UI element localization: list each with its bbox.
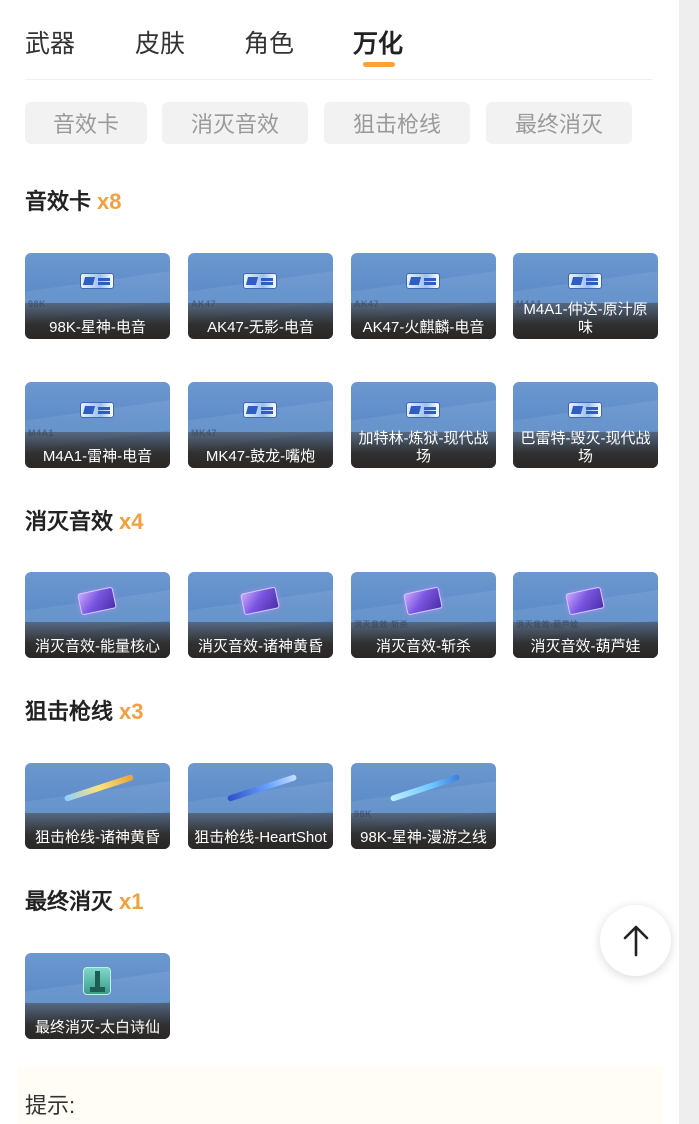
item-label: M4A1-雷神-电音	[42, 448, 153, 465]
section-title-text: 狙击枪线	[25, 699, 114, 724]
filter-chip-soundcard[interactable]: 音效卡	[25, 102, 147, 144]
tab-wanhua[interactable]: 万化	[353, 24, 403, 60]
item-card[interactable]: 消灭音效-斩杀 消灭音效-斩杀	[351, 572, 496, 658]
section-count: x3	[119, 699, 144, 724]
item-card[interactable]: 98K 98K-星神-漫游之线	[351, 763, 496, 849]
soundcard-icon	[80, 402, 114, 418]
item-label: 消灭音效-葫芦娃	[530, 638, 641, 655]
item-card[interactable]: M4A1 M4A1-雷神-电音	[25, 382, 170, 468]
item-card[interactable]: MK47 MK47-鼓龙-嘴炮	[188, 382, 333, 468]
filter-chip-elimination-sound[interactable]: 消灭音效	[162, 102, 308, 144]
section-title-soundcard: 音效卡 x8	[25, 184, 122, 216]
section-title-text: 音效卡	[25, 189, 92, 214]
item-label: 98K-星神-电音	[49, 319, 146, 336]
item-card[interactable]: M4A1 M4A1-仲达-原汁原味	[513, 253, 658, 339]
active-tab-indicator	[363, 62, 395, 67]
item-label: MK47-鼓龙-嘴炮	[205, 448, 316, 465]
item-label: 98K-星神-漫游之线	[360, 829, 487, 846]
item-card[interactable]: 狙击枪线-诸神黄昏	[25, 763, 170, 849]
category-tabs: 武器 皮肤 角色 万化	[25, 18, 652, 80]
item-card[interactable]: 消灭音效-诸神黄昏	[188, 572, 333, 658]
item-label: 消灭音效-斩杀	[376, 638, 471, 655]
arrow-up-icon	[623, 925, 648, 956]
item-card[interactable]: 消灭音效-能量核心	[25, 572, 170, 658]
final-elimination-icon	[83, 967, 111, 995]
soundcard-icon	[243, 273, 277, 289]
item-card[interactable]: 98K 98K-星神-电音	[25, 253, 170, 339]
section-title-sniper-line: 狙击枪线 x3	[25, 694, 144, 726]
section-title-final-elimination: 最终消灭 x1	[25, 884, 144, 916]
page: 武器 皮肤 角色 万化 音效卡 消灭音效 狙击枪线 最终消灭 音效卡 x8 98K…	[0, 0, 679, 1124]
filter-chip-final-elimination[interactable]: 最终消灭	[486, 102, 632, 144]
soundcard-icon	[80, 273, 114, 289]
item-label: 狙击枪线-诸神黄昏	[35, 829, 160, 846]
hint-box	[18, 1066, 663, 1124]
section-count: x4	[119, 509, 144, 534]
scroll-to-top-button[interactable]	[600, 905, 671, 976]
filter-chip-sniper-line[interactable]: 狙击枪线	[324, 102, 470, 144]
soundcard-icon	[243, 402, 277, 418]
item-label: M4A1-仲达-原汁原味	[523, 301, 648, 336]
item-label: AK47-无影-电音	[207, 319, 314, 336]
item-label: 消灭音效-诸神黄昏	[198, 638, 323, 655]
section-count: x8	[97, 189, 122, 214]
soundcard-icon	[568, 273, 602, 289]
item-card[interactable]: 最终消灭-太白诗仙	[25, 953, 170, 1039]
item-card[interactable]: 狙击枪线-HeartShot	[188, 763, 333, 849]
item-label: 消灭音效-能量核心	[35, 638, 160, 655]
item-label: 最终消灭-太白诗仙	[35, 1019, 160, 1036]
section-title-text: 消灭音效	[25, 509, 114, 534]
section-title-elimination-sound: 消灭音效 x4	[25, 504, 144, 536]
tab-weapons[interactable]: 武器	[25, 24, 75, 60]
item-card[interactable]: 消灭音效-葫芦娃 消灭音效-葫芦娃	[513, 572, 658, 658]
item-label: 巴雷特-毁灭-现代战场	[520, 430, 651, 465]
item-label: AK47-火麒麟-电音	[362, 319, 485, 336]
item-card[interactable]: 巴雷特-毁灭-现代战场	[513, 382, 658, 468]
tab-characters[interactable]: 角色	[244, 24, 294, 60]
item-label: 加特林-炼狱-现代战场	[358, 430, 489, 465]
soundcard-icon	[406, 402, 440, 418]
soundcard-icon	[568, 402, 602, 418]
section-title-text: 最终消灭	[25, 889, 114, 914]
item-card[interactable]: 加特林-炼狱-现代战场	[351, 382, 496, 468]
item-card[interactable]: AK47 AK47-火麒麟-电音	[351, 253, 496, 339]
tab-skins[interactable]: 皮肤	[135, 24, 185, 60]
item-card[interactable]: AK47 AK47-无影-电音	[188, 253, 333, 339]
scrollbar[interactable]	[679, 0, 699, 1124]
section-count: x1	[119, 889, 144, 914]
hint-label: 提示:	[25, 1093, 76, 1118]
item-label: 狙击枪线-HeartShot	[194, 829, 327, 846]
soundcard-icon	[406, 273, 440, 289]
